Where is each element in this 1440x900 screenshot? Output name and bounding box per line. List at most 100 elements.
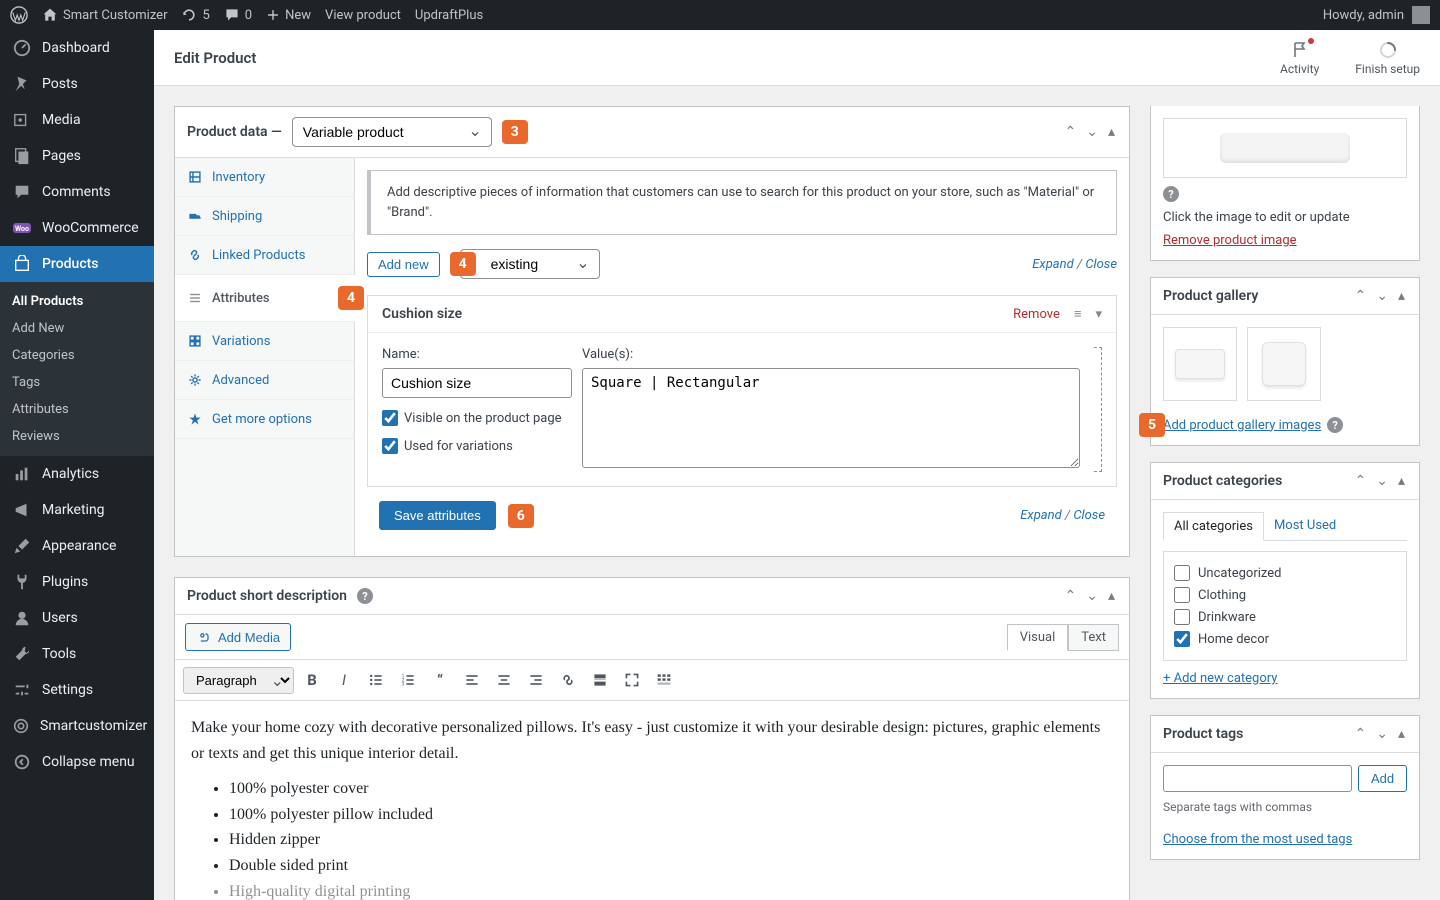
- panel-down-icon[interactable]: ⌄: [1084, 122, 1100, 142]
- editor-tab-text[interactable]: Text: [1068, 624, 1119, 651]
- updraft-link[interactable]: UpdraftPlus: [415, 8, 483, 23]
- help-icon[interactable]: ?: [357, 588, 373, 604]
- add-gallery-images-link[interactable]: Add product gallery images: [1163, 418, 1321, 433]
- reorder-icon[interactable]: ≡: [1074, 306, 1082, 322]
- category-item[interactable]: Home decor: [1174, 628, 1396, 650]
- number-list-button[interactable]: 123: [394, 666, 422, 694]
- sidebar-item-users[interactable]: Users: [0, 600, 154, 636]
- sidebar-item-comments[interactable]: Comments: [0, 174, 154, 210]
- tab-attributes[interactable]: Attributes 4: [175, 275, 355, 322]
- sidebar-item-settings[interactable]: Settings: [0, 672, 154, 708]
- sidebar-item-woocommerce[interactable]: Woo WooCommerce: [0, 210, 154, 246]
- link-button[interactable]: [554, 666, 582, 694]
- tab-all-categories[interactable]: All categories: [1163, 512, 1264, 541]
- sidebar-collapse[interactable]: Collapse menu: [0, 744, 154, 780]
- fullscreen-button[interactable]: [618, 666, 646, 694]
- panel-toggle-icon[interactable]: ▴: [1106, 586, 1117, 606]
- tab-most-used[interactable]: Most Used: [1264, 512, 1346, 540]
- expand-close-toggle-2[interactable]: Expand / Close: [1020, 508, 1105, 523]
- add-category-link[interactable]: + Add new category: [1163, 671, 1277, 686]
- bold-button[interactable]: B: [298, 666, 326, 694]
- sidebar-sub-tags[interactable]: Tags: [0, 369, 154, 396]
- visible-checkbox[interactable]: [382, 410, 398, 426]
- tab-shipping[interactable]: Shipping: [175, 197, 354, 236]
- view-product-link[interactable]: View product: [325, 8, 401, 23]
- tab-advanced[interactable]: Advanced: [175, 361, 354, 400]
- activity-button[interactable]: Activity: [1280, 40, 1319, 76]
- panel-down-icon[interactable]: ⌄: [1374, 724, 1390, 744]
- variations-checkbox-row[interactable]: Used for variations: [382, 438, 572, 454]
- toolbar-toggle-button[interactable]: [650, 666, 678, 694]
- wp-logo-icon[interactable]: [10, 6, 28, 24]
- format-select[interactable]: Paragraph: [183, 667, 294, 694]
- site-home-link[interactable]: Smart Customizer: [42, 7, 167, 23]
- sidebar-item-dashboard[interactable]: Dashboard: [0, 30, 154, 66]
- product-image-preview[interactable]: [1163, 118, 1407, 178]
- save-attributes-button[interactable]: Save attributes: [379, 501, 496, 530]
- italic-button[interactable]: I: [330, 666, 358, 694]
- new-link[interactable]: New: [266, 8, 311, 23]
- sidebar-item-pages[interactable]: Pages: [0, 138, 154, 174]
- tab-inventory[interactable]: Inventory: [175, 158, 354, 197]
- howdy-text[interactable]: Howdy, admin: [1323, 8, 1404, 23]
- tab-variations[interactable]: Variations: [175, 322, 354, 361]
- panel-toggle-icon[interactable]: ▴: [1396, 724, 1407, 744]
- remove-image-link[interactable]: Remove product image: [1163, 233, 1297, 248]
- expand-close-toggle[interactable]: Expand / Close: [1032, 257, 1117, 272]
- sidebar-item-marketing[interactable]: Marketing: [0, 492, 154, 528]
- panel-up-icon[interactable]: ⌃: [1353, 286, 1369, 306]
- panel-down-icon[interactable]: ⌄: [1084, 586, 1100, 606]
- attribute-values-textarea[interactable]: [582, 368, 1080, 468]
- help-icon[interactable]: ?: [1327, 417, 1343, 433]
- refresh-link[interactable]: 5: [181, 7, 209, 23]
- avatar-icon[interactable]: [1412, 6, 1430, 24]
- sidebar-item-products[interactable]: Products: [0, 246, 154, 282]
- sidebar-item-analytics[interactable]: Analytics: [0, 456, 154, 492]
- add-tag-button[interactable]: Add: [1358, 765, 1407, 792]
- collapse-attribute-icon[interactable]: ▾: [1095, 307, 1102, 322]
- finish-setup-button[interactable]: Finish setup: [1355, 40, 1420, 76]
- add-new-attribute-button[interactable]: Add new: [367, 252, 440, 277]
- align-right-button[interactable]: [522, 666, 550, 694]
- tab-get-more-options[interactable]: Get more options: [175, 400, 354, 439]
- category-item[interactable]: Clothing: [1174, 584, 1396, 606]
- bullet-list-button[interactable]: [362, 666, 390, 694]
- category-checkbox[interactable]: [1174, 565, 1190, 581]
- gallery-thumb[interactable]: [1163, 327, 1237, 401]
- add-media-button[interactable]: Add Media: [185, 623, 291, 651]
- panel-up-icon[interactable]: ⌃: [1353, 471, 1369, 491]
- sidebar-sub-all-products[interactable]: All Products: [0, 288, 154, 315]
- choose-used-tags-link[interactable]: Choose from the most used tags: [1163, 832, 1352, 847]
- panel-down-icon[interactable]: ⌄: [1374, 471, 1390, 491]
- category-item[interactable]: Uncategorized: [1174, 562, 1396, 584]
- category-item[interactable]: Drinkware: [1174, 606, 1396, 628]
- remove-attribute-link[interactable]: Remove: [1013, 307, 1060, 322]
- sidebar-sub-reviews[interactable]: Reviews: [0, 423, 154, 450]
- sidebar-sub-attributes[interactable]: Attributes: [0, 396, 154, 423]
- category-checkbox[interactable]: [1174, 587, 1190, 603]
- editor-tab-visual[interactable]: Visual: [1007, 624, 1069, 651]
- panel-up-icon[interactable]: ⌃: [1063, 586, 1079, 606]
- tags-input[interactable]: [1163, 765, 1352, 792]
- quote-button[interactable]: “: [426, 666, 454, 694]
- sidebar-sub-categories[interactable]: Categories: [0, 342, 154, 369]
- visible-checkbox-row[interactable]: Visible on the product page: [382, 410, 572, 426]
- panel-down-icon[interactable]: ⌄: [1374, 286, 1390, 306]
- panel-up-icon[interactable]: ⌃: [1063, 122, 1079, 142]
- help-icon[interactable]: ?: [1163, 186, 1179, 202]
- sidebar-item-smartcustomizer[interactable]: Smartcustomizer: [0, 708, 154, 744]
- panel-up-icon[interactable]: ⌃: [1353, 724, 1369, 744]
- variations-checkbox[interactable]: [382, 438, 398, 454]
- sidebar-item-posts[interactable]: Posts: [0, 66, 154, 102]
- category-checkbox[interactable]: [1174, 609, 1190, 625]
- drag-handle-icon[interactable]: [1094, 347, 1102, 472]
- panel-toggle-icon[interactable]: ▴: [1396, 471, 1407, 491]
- comments-link[interactable]: 0: [224, 7, 252, 23]
- editor-content[interactable]: Make your home cozy with decorative pers…: [175, 701, 1129, 900]
- existing-attribute-select[interactable]: existing: [460, 249, 600, 279]
- align-left-button[interactable]: [458, 666, 486, 694]
- align-center-button[interactable]: [490, 666, 518, 694]
- panel-toggle-icon[interactable]: ▴: [1396, 286, 1407, 306]
- sidebar-item-media[interactable]: Media: [0, 102, 154, 138]
- product-type-select[interactable]: Variable product: [292, 117, 492, 147]
